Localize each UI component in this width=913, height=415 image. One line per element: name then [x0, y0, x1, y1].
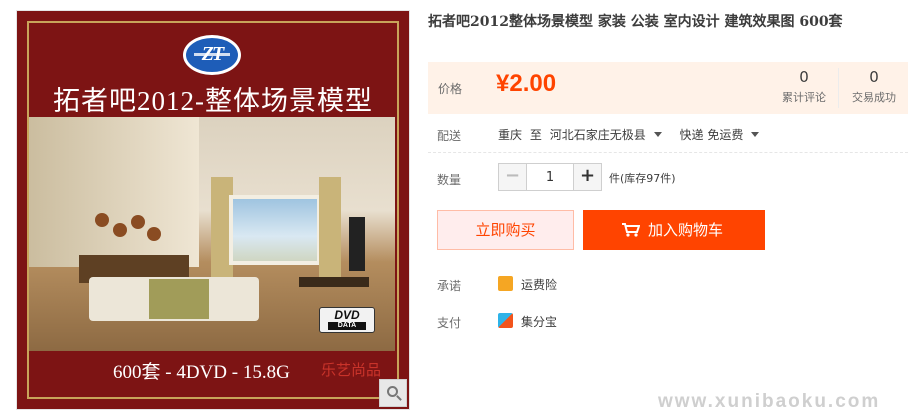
- room-desk: [299, 277, 369, 287]
- quantity-stepper[interactable]: − +: [498, 163, 602, 191]
- image-watermark: 乐艺尚品: [321, 361, 382, 379]
- product-main-image[interactable]: ZT 拓者吧2012-整体场景模型 DVD DATA 600套 - 4DVD -…: [17, 11, 409, 409]
- dvd-logo: DVD DATA: [319, 307, 375, 333]
- shipping-destination[interactable]: 河北石家庄无极县: [550, 128, 646, 142]
- shipping-info: 重庆 至 河北石家庄无极县 快递 免运费: [498, 126, 773, 143]
- room-window: [229, 195, 321, 265]
- room-tv: [349, 217, 365, 271]
- quantity-label: 数量: [437, 173, 462, 187]
- shipping-method[interactable]: 快递 免运费: [680, 128, 744, 142]
- shipping-from: 重庆: [498, 128, 523, 142]
- product-title: 拓者吧2012整体场景模型 家装 公装 室内设计 建筑效果图 600套: [428, 14, 843, 30]
- quantity-decrease-button[interactable]: −: [499, 164, 527, 190]
- price-label: 价格: [438, 82, 463, 96]
- shipping-label: 配送: [437, 129, 462, 143]
- price-panel: 价格 ¥2.00 0 累计评论 0 交易成功: [428, 62, 908, 114]
- stat-reviews-count: 0: [799, 68, 809, 86]
- search-zoom-icon[interactable]: [379, 379, 407, 407]
- wall-deco: [147, 227, 161, 241]
- add-to-cart-button[interactable]: 加入购物车: [583, 210, 765, 250]
- room-bed-runner: [149, 279, 209, 319]
- shipping-to-word: 至: [529, 128, 542, 142]
- cart-icon: [622, 223, 640, 237]
- dvd-sub-text: DATA: [328, 322, 366, 330]
- wall-deco: [95, 213, 109, 227]
- dvd-text: DVD: [334, 308, 360, 322]
- stat-sales-label: 交易成功: [852, 91, 896, 104]
- product-gallery[interactable]: ZT 拓者吧2012-整体场景模型 DVD DATA 600套 - 4DVD -…: [16, 10, 410, 410]
- quantity-increase-button[interactable]: +: [573, 164, 601, 190]
- stat-sales-count: 0: [869, 68, 879, 86]
- brand-logo: ZT: [183, 35, 241, 75]
- payment-label: 支付: [437, 316, 462, 330]
- add-to-cart-label: 加入购物车: [648, 221, 724, 239]
- jifenbao-icon: [498, 313, 513, 328]
- stock-info: 件(库存97件): [609, 172, 676, 185]
- stat-reviews[interactable]: 0 累计评论: [770, 68, 838, 105]
- room-wall: [29, 117, 199, 267]
- price-value: ¥2.00: [496, 70, 557, 97]
- dropdown-caret-icon[interactable]: [751, 132, 760, 137]
- stat-sales: 0 交易成功: [840, 68, 908, 105]
- promise-label: 承诺: [437, 279, 462, 293]
- room-curtain-right: [319, 177, 341, 287]
- quantity-input[interactable]: [527, 164, 573, 190]
- promise-item-label: 运费险: [521, 278, 558, 292]
- wall-deco: [131, 215, 145, 229]
- wall-deco: [113, 223, 127, 237]
- zoom-handle: [396, 395, 402, 401]
- dropdown-caret-icon[interactable]: [653, 132, 662, 137]
- logo-text: ZT: [201, 43, 224, 65]
- site-watermark: www.xunibaoku.com: [658, 391, 881, 412]
- stat-reviews-label: 累计评论: [782, 91, 826, 104]
- buy-now-button[interactable]: 立即购买: [437, 210, 574, 250]
- freight-insurance-icon: [498, 276, 513, 291]
- payment-item-label: 集分宝: [521, 315, 558, 329]
- cover-title: 拓者吧2012-整体场景模型: [53, 86, 373, 116]
- stat-divider: [838, 68, 839, 108]
- divider: [428, 152, 908, 153]
